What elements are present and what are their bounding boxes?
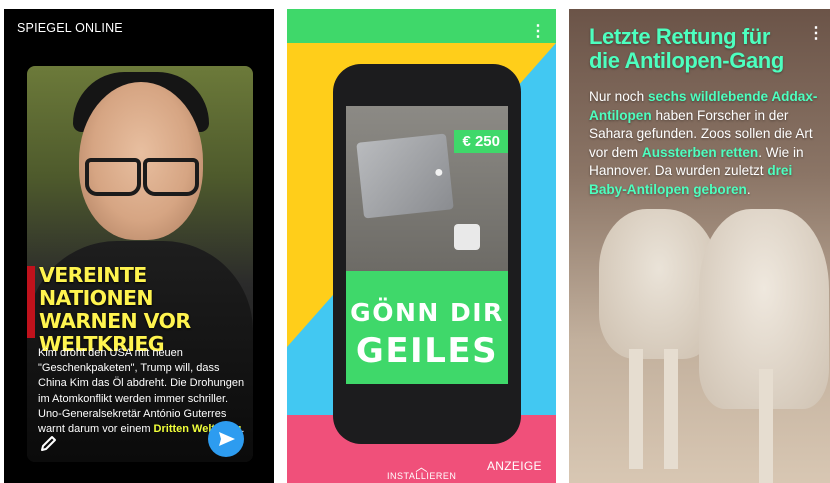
more-options-icon[interactable]: ⋮: [530, 21, 546, 41]
story-panel-antelopes[interactable]: Letzte Rettung für die Antilopen-Gang Nu…: [569, 9, 830, 483]
story-body: Nur noch sechs wildlebende Addax-Antilop…: [589, 88, 827, 200]
apple-logo-icon: ●: [434, 164, 444, 181]
share-button[interactable]: [208, 421, 244, 457]
pencil-icon[interactable]: [39, 433, 59, 453]
antelope-leg: [664, 349, 678, 469]
more-options-icon[interactable]: ⋮: [808, 23, 824, 43]
headline-accent-bar: [27, 266, 35, 338]
slogan-line-1: GÖNN DIR: [350, 298, 504, 327]
brand-label: SPIEGEL ONLINE: [17, 21, 123, 35]
slogan-line-2: GEILES: [355, 331, 499, 371]
ad-label: ANZEIGE: [487, 459, 542, 473]
ad-slogan: GÖNN DIR GEILES: [346, 294, 508, 370]
story-body-part: .: [746, 181, 751, 197]
antelope-leg: [759, 369, 773, 483]
photo-glasses: [85, 158, 199, 196]
price-tag: € 250: [454, 130, 508, 153]
charger-image: [454, 224, 480, 250]
chevron-up-icon: ︿: [415, 460, 428, 474]
install-button[interactable]: ︿ INSTALLIEREN: [387, 460, 457, 481]
headline: VEREINTE NATIONEN WARNEN VOR WELTKRIEG: [39, 263, 191, 356]
phone-screen: ● € 250 GÖNN DIR GEILES: [346, 106, 508, 384]
news-card[interactable]: VEREINTE NATIONEN WARNEN VOR WELTKRIEG K…: [27, 66, 253, 462]
story-panel-ad[interactable]: ⋮ ● € 250 GÖNN DIR GEILES ︿ INSTALLIEREN…: [287, 9, 556, 483]
antelope-leg: [629, 349, 643, 469]
send-icon: [219, 432, 235, 446]
install-label: INSTALLIEREN: [387, 471, 457, 481]
phone-mockup: ● € 250 GÖNN DIR GEILES: [333, 64, 521, 444]
story-body-part: Nur noch: [589, 89, 648, 104]
story-body-highlight: Aussterben retten: [641, 144, 759, 160]
story-panel-spiegel[interactable]: SPIEGEL ONLINE VEREINTE NATIONEN WARNEN …: [4, 9, 274, 483]
story-title: Letzte Rettung für die Antilopen-Gang: [589, 24, 784, 73]
